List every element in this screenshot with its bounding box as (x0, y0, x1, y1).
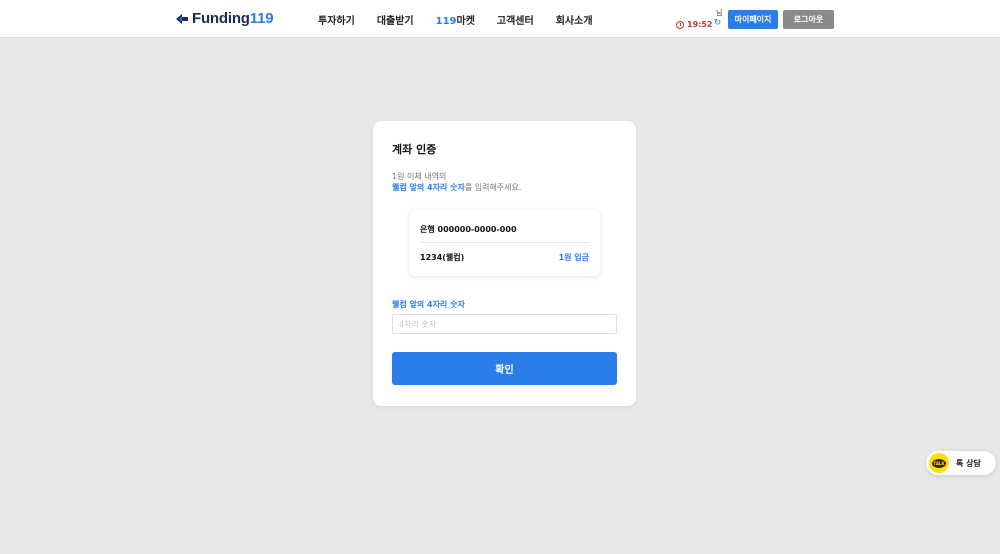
talk-icon-text: TALK (932, 458, 946, 468)
talk-consult-button[interactable]: TALK 톡 상담 (926, 451, 996, 475)
nav-about[interactable]: 회사소개 (556, 12, 593, 27)
mypage-button[interactable]: 마이페이지 (728, 10, 778, 29)
confirm-button[interactable]: 확인 (392, 352, 617, 385)
nav-loan[interactable]: 대출받기 (377, 12, 414, 27)
logo-text: Funding119 (192, 10, 274, 27)
description-rest: 를 입력해주세요. (464, 183, 522, 192)
nav-support[interactable]: 고객센터 (497, 12, 534, 27)
divider (420, 242, 590, 243)
nav-market-label: 마켓 (456, 16, 475, 27)
transfer-amount: 1원 입금 (558, 253, 589, 262)
session-timer: 19:52 (676, 20, 712, 29)
description-line-1: 1원 이체 내역의 (392, 172, 447, 181)
transfer-sender: 1234(웰컴) (420, 253, 465, 262)
account-verification-card: 계좌 인증 1원 이체 내역의 웰컴 앞의 4자리 숫자를 입력해주세요. 은행… (373, 121, 636, 406)
kakao-talk-icon: TALK (929, 453, 949, 473)
logo[interactable]: Funding119 (175, 10, 274, 27)
code-input-label: 웰컴 앞의 4자리 숫자 (392, 300, 465, 309)
code-input[interactable] (392, 314, 617, 334)
user-suffix: 님 (716, 9, 723, 17)
refresh-icon[interactable]: ↻ (713, 19, 722, 28)
logo-icon (176, 13, 188, 24)
talk-consult-label: 톡 상담 (956, 458, 981, 468)
description-line-2: 웰컴 앞의 4자리 숫자를 입력해주세요. (392, 182, 521, 193)
nav-invest[interactable]: 투자하기 (318, 12, 355, 27)
logout-button[interactable]: 로그아웃 (783, 10, 834, 29)
header: Funding119 투자하기 대출받기 119마켓 고객센터 회사소개 님 1… (0, 0, 1000, 38)
transfer-info-box: 은행 000000-0000-000 1234(웰컴) 1원 입금 (409, 210, 600, 276)
bank-account: 은행 000000-0000-000 (420, 225, 517, 234)
nav-market[interactable]: 119마켓 (436, 12, 475, 27)
card-title: 계좌 인증 (392, 143, 437, 156)
clock-icon (676, 20, 684, 29)
main-nav: 투자하기 대출받기 119마켓 고객센터 회사소개 (318, 12, 615, 27)
description-highlight: 웰컴 앞의 4자리 숫자 (392, 183, 465, 192)
nav-market-number: 119 (435, 16, 457, 27)
timer-value: 19:52 (687, 20, 713, 29)
